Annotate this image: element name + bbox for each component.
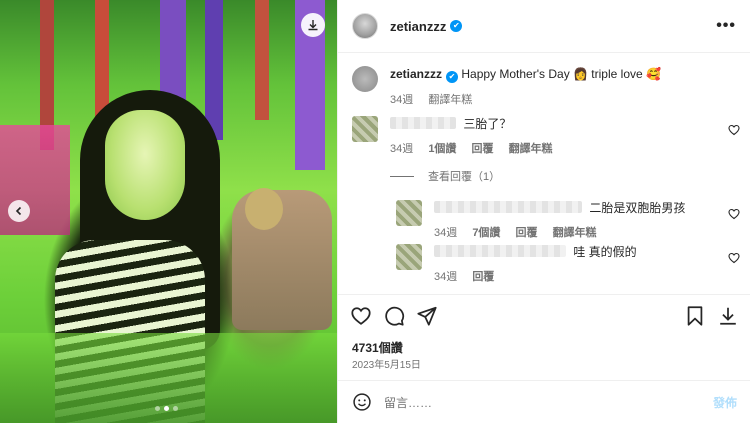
post-photo[interactable]: [0, 0, 337, 423]
comment-input[interactable]: 留言……: [384, 394, 713, 411]
username-link[interactable]: zetianzzz: [390, 19, 446, 34]
post-comment-button[interactable]: 發佈: [713, 394, 737, 411]
carousel-dots: [155, 406, 178, 411]
art-strip: [205, 0, 223, 140]
avatar[interactable]: [352, 66, 378, 92]
art-strip: [255, 0, 269, 120]
comment: 三胎了？ 34週 1個讚 回覆 翻譯年糕: [352, 116, 740, 157]
avatar[interactable]: [396, 200, 422, 226]
background-person-head: [245, 188, 283, 230]
heart-icon[interactable]: [728, 124, 740, 136]
art-strip: [95, 0, 109, 120]
blurred-username[interactable]: [390, 117, 456, 129]
comment-bubble-icon[interactable]: [383, 305, 405, 327]
chevron-left-icon: [15, 206, 22, 216]
paper-plane-icon[interactable]: [416, 305, 438, 327]
divider: [390, 175, 414, 177]
caption-text: Happy Mother's Day 👩 triple love 🥰: [461, 67, 661, 81]
heart-icon[interactable]: [728, 252, 740, 264]
reply-text: 哇 真的假的: [573, 245, 637, 259]
reply-text: 二胎是双胞胎男孩: [589, 201, 686, 215]
like-count[interactable]: 4731個讚: [352, 339, 403, 356]
download-icon: [308, 20, 318, 31]
comment-likes[interactable]: 1個讚: [428, 143, 456, 155]
heart-icon[interactable]: [728, 208, 740, 220]
caption: zetianzzz ✔ Happy Mother's Day 👩 triple l…: [352, 66, 732, 108]
reply-time[interactable]: 34週: [434, 227, 457, 239]
download-icon[interactable]: [717, 305, 739, 327]
action-bar: [338, 294, 750, 334]
blurred-username[interactable]: [434, 201, 582, 213]
blurred-username[interactable]: [434, 245, 566, 257]
reply-comment: 哇 真的假的 34週 回覆: [396, 244, 740, 285]
caption-username[interactable]: zetianzzz: [390, 67, 442, 81]
reply-comment: 二胎是双胞胎男孩 34週 7個讚 回覆 翻譯年糕: [396, 200, 740, 241]
more-options-button[interactable]: •••: [716, 17, 736, 35]
comments-list[interactable]: zetianzzz ✔ Happy Mother's Day 👩 triple l…: [338, 54, 750, 294]
carousel-dot-active: [164, 406, 169, 411]
reply-likes[interactable]: 7個讚: [472, 227, 500, 239]
download-button[interactable]: [301, 13, 325, 37]
bookmark-icon[interactable]: [684, 305, 706, 327]
avatar[interactable]: [352, 116, 378, 142]
translate-link[interactable]: 翻譯年糕: [553, 227, 597, 239]
translate-link[interactable]: 翻譯年糕: [428, 94, 472, 106]
reply-button[interactable]: 回覆: [472, 271, 494, 283]
comment-text: 三胎了？: [463, 117, 512, 131]
reply-button[interactable]: 回覆: [472, 143, 494, 155]
subject-face: [105, 110, 185, 220]
view-replies-button[interactable]: 查看回覆（1）: [390, 168, 500, 184]
carousel-dot: [155, 406, 160, 411]
heart-icon[interactable]: [350, 305, 372, 327]
post-date[interactable]: 2023年5月15日: [352, 356, 421, 371]
translate-link[interactable]: 翻譯年糕: [509, 143, 553, 155]
verified-badge-icon: ✔: [446, 71, 459, 83]
verified-badge-icon: ✔: [450, 20, 463, 32]
emoji-smile-icon[interactable]: [352, 392, 372, 412]
reply-button[interactable]: 回覆: [516, 227, 538, 239]
previous-photo-button[interactable]: [8, 200, 30, 222]
add-comment-bar: 留言…… 發佈: [338, 380, 750, 423]
view-replies-label: 查看回覆（1）: [428, 171, 501, 183]
reply-time[interactable]: 34週: [434, 271, 457, 283]
avatar[interactable]: [352, 13, 378, 39]
post-modal: zetianzzz ✔ ••• zetianzzz ✔ Happy Mother'…: [0, 0, 750, 423]
comment-time[interactable]: 34週: [390, 143, 413, 155]
avatar[interactable]: [396, 244, 422, 270]
caption-time[interactable]: 34週: [390, 94, 413, 106]
post-header: zetianzzz ✔ •••: [338, 0, 750, 53]
carousel-dot: [173, 406, 178, 411]
post-panel: zetianzzz ✔ ••• zetianzzz ✔ Happy Mother'…: [337, 0, 750, 423]
